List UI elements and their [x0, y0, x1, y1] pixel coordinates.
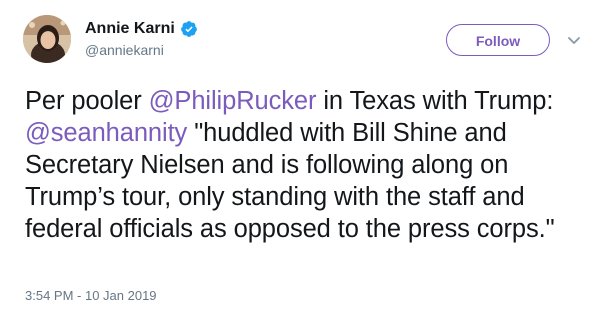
- avatar[interactable]: [23, 15, 71, 63]
- display-name[interactable]: Annie Karni: [85, 18, 175, 40]
- tweet-text-segment: Per pooler: [25, 87, 149, 115]
- avatar-photo-icon: [23, 15, 71, 63]
- user-handle[interactable]: @anniekarni: [85, 41, 198, 59]
- tweet-text: Per pooler @PhilipRucker in Texas with T…: [25, 85, 595, 245]
- follow-button[interactable]: Follow: [446, 24, 550, 56]
- chevron-down-icon[interactable]: [566, 34, 582, 48]
- mention-link-philiprucker[interactable]: @PhilipRucker: [149, 87, 317, 115]
- tweet-timestamp[interactable]: 3:54 PM - 10 Jan 2019: [25, 287, 157, 305]
- tweet-text-segment: in Texas with Trump:: [316, 87, 554, 115]
- verified-badge-icon: [180, 21, 197, 37]
- tweet-card: Annie Karni @anniekarni Follow Per poole…: [0, 0, 609, 311]
- name-row: Annie Karni: [85, 18, 198, 40]
- mention-link-seanhannity[interactable]: @seanhannity: [25, 119, 187, 147]
- author-block: Annie Karni @anniekarni: [85, 18, 198, 59]
